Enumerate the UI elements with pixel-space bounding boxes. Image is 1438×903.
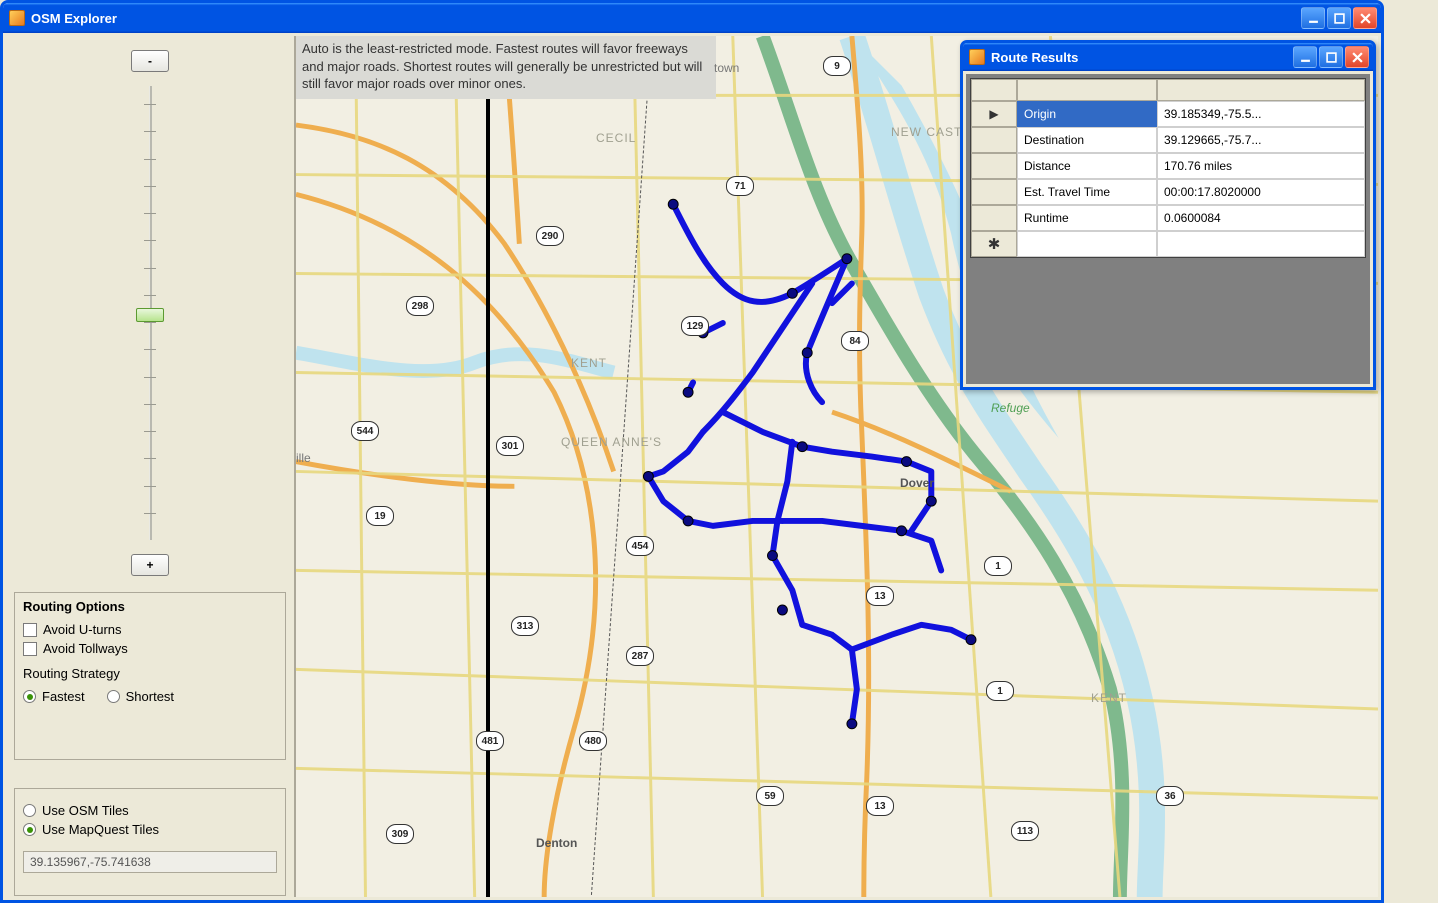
- grid-label-runtime[interactable]: Runtime: [1017, 205, 1157, 231]
- app-icon: [9, 10, 25, 26]
- label-kent2: KENT: [1091, 691, 1127, 705]
- fastest-label: Fastest: [42, 689, 85, 704]
- shield-129: 129: [681, 316, 709, 336]
- tiles-group: Use OSM Tiles Use MapQuest Tiles: [14, 788, 286, 896]
- grid-label-destination[interactable]: Destination: [1017, 127, 1157, 153]
- results-maximize-button[interactable]: [1319, 46, 1343, 68]
- osm-tiles-label: Use OSM Tiles: [42, 803, 129, 818]
- grid-value-traveltime[interactable]: 00:00:17.8020000: [1157, 179, 1365, 205]
- routing-strategy-label: Routing Strategy: [23, 666, 277, 681]
- mapquest-tiles-label: Use MapQuest Tiles: [42, 822, 159, 837]
- avoid-tollways-label: Avoid Tollways: [43, 641, 128, 656]
- main-titlebar[interactable]: OSM Explorer: [3, 3, 1381, 33]
- coord-field[interactable]: [23, 851, 277, 873]
- avoid-uturns-checkbox[interactable]: [23, 623, 37, 637]
- meridian-line: [486, 36, 490, 897]
- zoom-slider[interactable]: [142, 86, 158, 540]
- label-dover: Dover: [900, 476, 934, 490]
- grid-label-origin[interactable]: Origin: [1017, 101, 1157, 127]
- zoom-out-button[interactable]: -: [131, 50, 169, 72]
- close-button[interactable]: [1353, 7, 1377, 29]
- zoom-in-button[interactable]: +: [131, 554, 169, 576]
- grid-label-distance[interactable]: Distance: [1017, 153, 1157, 179]
- zoom-thumb[interactable]: [136, 308, 164, 322]
- row-header[interactable]: [971, 153, 1017, 179]
- left-panel: - + Routing Options Av: [6, 36, 296, 897]
- results-client: ▶ Origin 39.185349,-75.5... Destination …: [966, 74, 1370, 384]
- shield-13: 13: [866, 586, 894, 606]
- grid-value-distance[interactable]: 170.76 miles: [1157, 153, 1365, 179]
- shield-9: 9: [823, 56, 851, 76]
- shield-298: 298: [406, 296, 434, 316]
- shield-287: 287: [626, 646, 654, 666]
- shortest-radio[interactable]: [107, 690, 120, 703]
- new-row-indicator[interactable]: ✱: [971, 231, 1017, 257]
- results-window[interactable]: Route Results ▶ Origin 39.185349,-75.5..…: [960, 40, 1376, 390]
- label-ille: ille: [296, 451, 311, 465]
- grid-new-label[interactable]: [1017, 231, 1157, 257]
- label-cecil: CECIL: [596, 131, 636, 145]
- label-kent: KENT: [571, 356, 607, 370]
- shield-313: 313: [511, 616, 539, 636]
- results-minimize-button[interactable]: [1293, 46, 1317, 68]
- label-refuge: Refuge: [991, 401, 1030, 415]
- results-title: Route Results: [991, 50, 1293, 65]
- zoom-control: - +: [6, 36, 294, 576]
- shield-84: 84: [841, 331, 869, 351]
- row-header[interactable]: [971, 179, 1017, 205]
- label-denton: Denton: [536, 836, 577, 850]
- routing-options-legend: Routing Options: [23, 599, 277, 618]
- results-titlebar[interactable]: Route Results: [963, 43, 1373, 71]
- mapquest-tiles-radio[interactable]: [23, 823, 36, 836]
- shield-480: 480: [579, 731, 607, 751]
- row-indicator[interactable]: ▶: [971, 101, 1017, 127]
- main-title: OSM Explorer: [31, 11, 1301, 26]
- osm-tiles-radio[interactable]: [23, 804, 36, 817]
- row-header[interactable]: [971, 205, 1017, 231]
- grid-value-runtime[interactable]: 0.0600084: [1157, 205, 1365, 231]
- shield-544: 544: [351, 421, 379, 441]
- minimize-button[interactable]: [1301, 7, 1325, 29]
- results-app-icon: [969, 49, 985, 65]
- results-grid[interactable]: ▶ Origin 39.185349,-75.5... Destination …: [970, 78, 1366, 258]
- avoid-uturns-label: Avoid U-turns: [43, 622, 122, 637]
- shield-36: 36: [1156, 786, 1184, 806]
- info-tooltip: Auto is the least-restricted mode. Faste…: [296, 36, 716, 99]
- shortest-label: Shortest: [126, 689, 174, 704]
- shield-454: 454: [626, 536, 654, 556]
- grid-label-traveltime[interactable]: Est. Travel Time: [1017, 179, 1157, 205]
- shield-301: 301: [496, 436, 524, 456]
- shield-290: 290: [536, 226, 564, 246]
- grid-new-value[interactable]: [1157, 231, 1365, 257]
- shield-71: 71: [726, 176, 754, 196]
- shield-59: 59: [756, 786, 784, 806]
- shield-1a: 1: [984, 556, 1012, 576]
- row-header[interactable]: [971, 127, 1017, 153]
- shield-1b: 1: [986, 681, 1014, 701]
- avoid-tollways-checkbox[interactable]: [23, 642, 37, 656]
- grid-value-origin[interactable]: 39.185349,-75.5...: [1157, 101, 1365, 127]
- routing-options-group: Routing Options Avoid U-turns Avoid Toll…: [14, 592, 286, 760]
- label-town: town: [714, 61, 739, 75]
- grid-value-destination[interactable]: 39.129665,-75.7...: [1157, 127, 1365, 153]
- shield-13b: 13: [866, 796, 894, 816]
- results-close-button[interactable]: [1345, 46, 1369, 68]
- label-queen-annes: QUEEN ANNE'S: [561, 436, 662, 449]
- shield-481: 481: [476, 731, 504, 751]
- maximize-button[interactable]: [1327, 7, 1351, 29]
- fastest-radio[interactable]: [23, 690, 36, 703]
- shield-309: 309: [386, 824, 414, 844]
- shield-113: 113: [1011, 821, 1039, 841]
- shield-19: 19: [366, 506, 394, 526]
